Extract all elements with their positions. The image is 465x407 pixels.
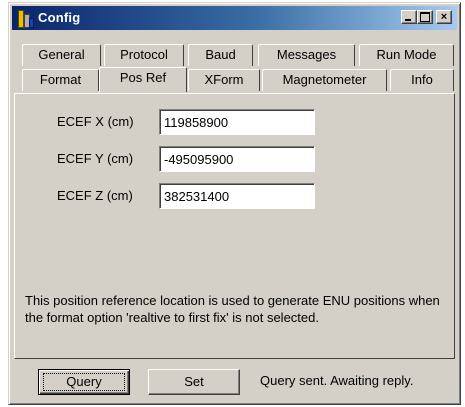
- maximize-button[interactable]: [417, 10, 433, 24]
- ecef-y-input[interactable]: [159, 146, 315, 172]
- ecef-z-input[interactable]: [159, 183, 315, 209]
- tab-pos-ref[interactable]: Pos Ref: [99, 67, 187, 92]
- set-button-label: Set: [184, 374, 204, 389]
- query-button[interactable]: Query: [38, 369, 130, 395]
- tab-magnetometer[interactable]: Magnetometer: [262, 69, 387, 91]
- close-icon: ×: [440, 11, 448, 23]
- minimize-button[interactable]: [401, 10, 417, 24]
- app-icon: [16, 9, 34, 28]
- position-reference-note: This position reference location is used…: [25, 293, 440, 325]
- close-button[interactable]: ×: [436, 10, 452, 24]
- ecef-z-label: ECEF Z (cm): [57, 188, 133, 203]
- tab-format[interactable]: Format: [22, 69, 99, 91]
- title-bar[interactable]: Config ×: [12, 6, 457, 30]
- tab-info[interactable]: Info: [390, 69, 454, 91]
- tab-protocol[interactable]: Protocol: [104, 44, 184, 66]
- pos-ref-panel: ECEF X (cm) ECEF Y (cm) ECEF Z (cm) This…: [14, 93, 455, 359]
- tab-xform[interactable]: XForm: [188, 69, 260, 91]
- tab-messages[interactable]: Messages: [258, 44, 355, 66]
- focus-ring: [43, 373, 125, 391]
- tab-general[interactable]: General: [22, 44, 101, 66]
- window-title: Config: [38, 10, 81, 25]
- status-text: Query sent. Awaiting reply.: [260, 373, 414, 388]
- ecef-x-label: ECEF X (cm): [57, 114, 134, 129]
- set-button[interactable]: Set: [148, 369, 240, 395]
- ecef-y-label: ECEF Y (cm): [57, 151, 134, 166]
- tab-baud[interactable]: Baud: [188, 44, 253, 66]
- tab-run-mode[interactable]: Run Mode: [359, 44, 454, 66]
- ecef-x-input[interactable]: [159, 109, 315, 135]
